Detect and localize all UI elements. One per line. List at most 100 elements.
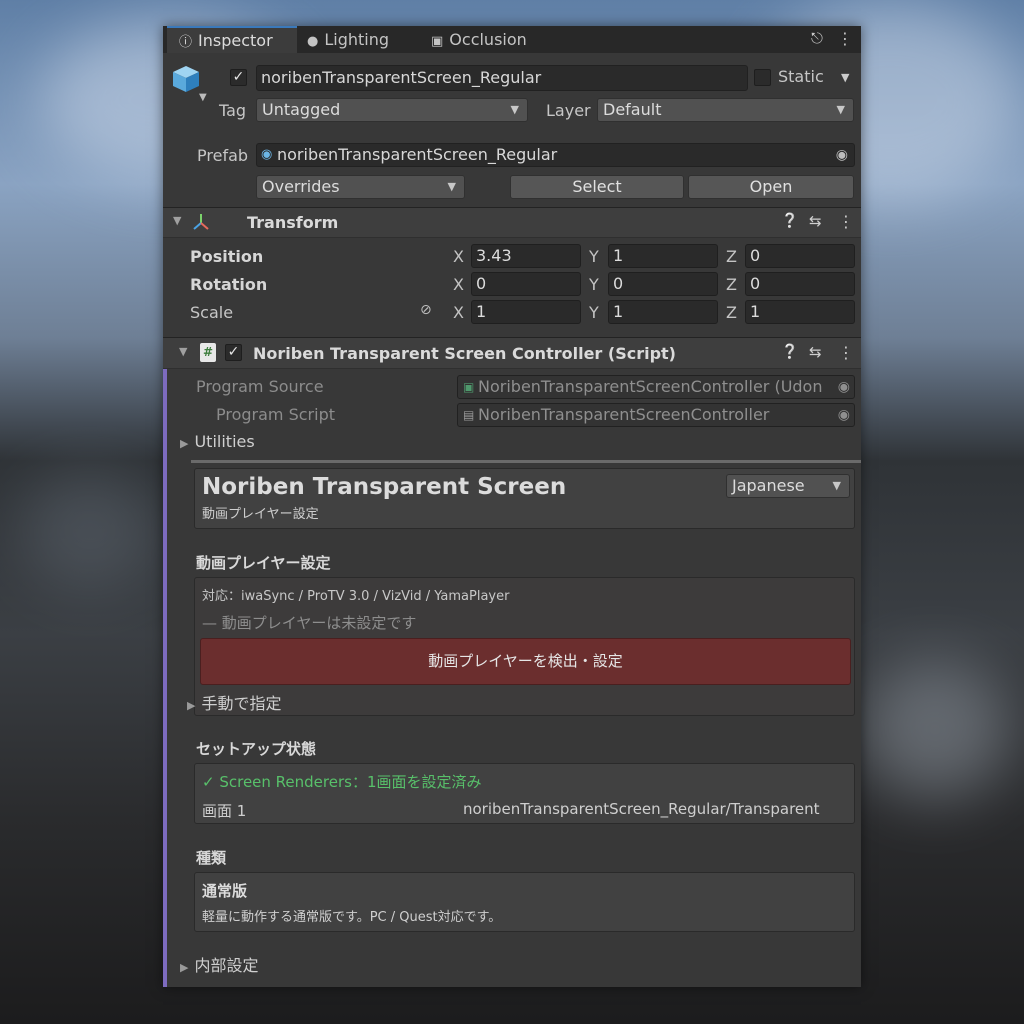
rotation-label: Rotation [190, 275, 268, 294]
position-label: Position [190, 247, 264, 266]
type-description: 軽量に動作する通常版です。PC / Quest対応です。 [202, 910, 502, 925]
udon-asset-icon: ▣ [463, 380, 475, 394]
open-button[interactable]: Open [688, 175, 854, 199]
rotation-x-field[interactable]: 0 [471, 272, 581, 296]
occlusion-icon: ▣ [431, 34, 444, 49]
internal-settings-foldout[interactable]: ▶ 内部設定 [180, 952, 258, 976]
program-script-field[interactable]: ▤ NoribenTransparentScreenController ◉ [457, 403, 855, 427]
tab-inspector[interactable]: ⓘ Inspector [167, 26, 297, 53]
gameobject-cube-icon [171, 64, 201, 94]
kebab-menu-icon[interactable]: ⋮ [838, 343, 854, 362]
object-picker-icon: ◉ [837, 407, 850, 423]
background-blur [20, 470, 160, 590]
supported-players-text: 対応：iwaSync / ProTV 3.0 / VizVid / YamaPl… [202, 589, 510, 604]
script-file-icon: # [200, 343, 216, 362]
axis-z-label[interactable]: Z [726, 303, 737, 322]
chevron-down-icon[interactable]: ▼ [199, 92, 207, 103]
axis-z-label[interactable]: Z [726, 275, 737, 294]
info-icon: ⓘ [179, 35, 193, 50]
prefab-field[interactable]: ◉ noribenTransparentScreen_Regular ◉ [256, 143, 855, 167]
static-label: Static [778, 67, 824, 86]
scale-z-field[interactable]: 1 [745, 300, 855, 324]
tag-label: Tag [219, 101, 247, 120]
transform-title: Transform [247, 213, 339, 232]
foldout-arrow-icon: ▶ [187, 699, 196, 712]
tab-bar: ⓘ Inspector ● Lighting ▣ Occlusion ⎋ ⋮ [163, 26, 861, 53]
axis-z-label[interactable]: Z [726, 247, 737, 266]
video-player-box: 対応：iwaSync / ProTV 3.0 / VizVid / YamaPl… [187, 577, 855, 716]
transform-header[interactable]: ▼ Transform ❔ ⇆ ⋮ [163, 207, 861, 238]
presets-icon[interactable]: ⇆ [809, 212, 822, 230]
position-y-field[interactable]: 1 [608, 244, 718, 268]
kebab-menu-icon[interactable]: ⋮ [837, 29, 853, 48]
language-dropdown[interactable]: Japanese ▼ [726, 474, 850, 498]
program-source-field[interactable]: ▣ NoribenTransparentScreenController (Ud… [457, 375, 855, 399]
kebab-menu-icon[interactable]: ⋮ [838, 212, 854, 231]
program-source-label: Program Source [196, 377, 324, 396]
rotation-y-field[interactable]: 0 [608, 272, 718, 296]
inspector-panel: ⓘ Inspector ● Lighting ▣ Occlusion ⎋ ⋮ ▼ ✓ … [163, 26, 861, 987]
foldout-arrow-icon: ▶ [180, 437, 189, 450]
chevron-down-icon: ▼ [832, 479, 841, 492]
lightbulb-icon: ● [307, 34, 319, 49]
custom-subtitle: 動画プレイヤー設定 [202, 507, 319, 522]
divider [191, 460, 861, 463]
chevron-down-icon: ▼ [836, 103, 845, 116]
setup-status-box: ✓ Screen Renderers：1画面を設定済み 画面 1 noriben… [194, 763, 855, 824]
utilities-foldout[interactable]: ▶ Utilities [180, 432, 255, 451]
script-accent-bar [163, 338, 167, 987]
type-name: 通常版 [202, 882, 248, 900]
help-icon[interactable]: ❔ [781, 213, 798, 229]
screen-value[interactable]: noribenTransparentScreen_Regular/Transpa… [463, 800, 849, 818]
position-z-field[interactable]: 0 [745, 244, 855, 268]
object-picker-icon[interactable]: ◉ [836, 144, 848, 166]
script-header[interactable]: ▼ # ✓ Noriben Transparent Screen Control… [163, 337, 861, 369]
help-icon[interactable]: ❔ [781, 344, 798, 360]
chevron-down-icon: ▼ [447, 180, 456, 193]
setup-section-title: セットアップ状態 [196, 740, 317, 758]
detect-player-button[interactable]: 動画プレイヤーを検出・設定 [200, 638, 851, 685]
transform-icon [191, 212, 211, 236]
program-script-label: Program Script [216, 405, 335, 424]
axis-y-label[interactable]: Y [589, 303, 599, 322]
script-asset-icon: ▤ [463, 408, 475, 422]
manual-foldout[interactable]: ▶ 手動で指定 [187, 690, 281, 714]
layer-dropdown[interactable]: Default ▼ [597, 98, 854, 122]
select-button[interactable]: Select [510, 175, 684, 199]
axis-y-label[interactable]: Y [589, 247, 599, 266]
background-blur [860, 660, 1010, 800]
axis-x-label[interactable]: X [453, 275, 464, 294]
axis-y-label[interactable]: Y [589, 275, 599, 294]
object-name-field[interactable]: noribenTransparentScreen_Regular [256, 65, 748, 91]
foldout-arrow-icon: ▼ [173, 214, 182, 227]
foldout-arrow-icon: ▼ [179, 345, 188, 358]
object-picker-icon: ◉ [834, 376, 850, 398]
screen-label: 画面 1 [202, 802, 247, 820]
presets-icon[interactable]: ⇆ [809, 343, 822, 361]
static-dropdown-icon[interactable]: ▼ [841, 71, 849, 84]
script-enabled-checkbox[interactable]: ✓ [225, 344, 242, 361]
chevron-down-icon: ▼ [510, 103, 519, 116]
rotation-z-field[interactable]: 0 [745, 272, 855, 296]
scale-x-field[interactable]: 1 [471, 300, 581, 324]
static-checkbox[interactable] [754, 69, 771, 86]
tab-occlusion[interactable]: ▣ Occlusion [431, 26, 551, 53]
axis-x-label[interactable]: X [453, 247, 464, 266]
overrides-dropdown[interactable]: Overrides ▼ [256, 175, 465, 199]
type-section-title: 種類 [196, 849, 227, 867]
video-section-title: 動画プレイヤー設定 [196, 554, 331, 572]
position-x-field[interactable]: 3.43 [471, 244, 581, 268]
scale-y-field[interactable]: 1 [608, 300, 718, 324]
layer-label: Layer [546, 101, 591, 120]
tag-dropdown[interactable]: Untagged ▼ [256, 98, 528, 122]
prefab-label: Prefab [197, 146, 249, 165]
scale-label: Scale [190, 303, 234, 322]
tab-lighting[interactable]: ● Lighting [307, 26, 417, 53]
axis-x-label[interactable]: X [453, 303, 464, 322]
constrain-proportions-icon[interactable]: ⊘ [420, 302, 432, 318]
not-set-text: — 動画プレイヤーは未設定です [202, 614, 417, 632]
active-checkbox[interactable]: ✓ [230, 69, 247, 86]
lock-icon[interactable]: ⎋ [811, 29, 823, 47]
script-title: Noriben Transparent Screen Controller (S… [253, 344, 676, 363]
renderers-status: ✓ Screen Renderers：1画面を設定済み [202, 773, 482, 791]
